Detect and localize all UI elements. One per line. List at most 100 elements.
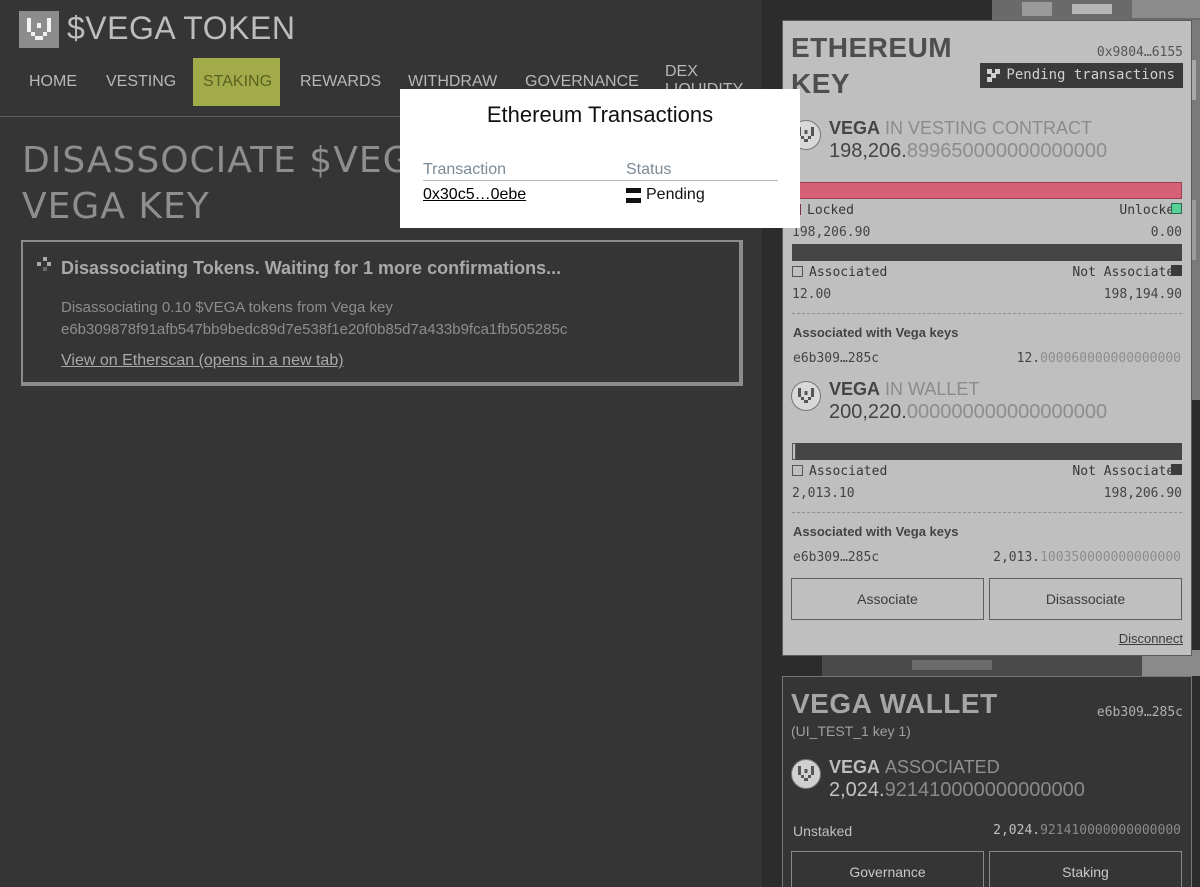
wallet-amount: 200,220.000000000000000000 xyxy=(829,401,1107,424)
associated-label: Associated xyxy=(809,265,888,280)
table-header-rule xyxy=(423,180,778,181)
pending-status-icon xyxy=(626,188,641,203)
eth-address: 0x9804…6155 xyxy=(1096,45,1183,60)
nav-rewards[interactable]: REWARDS xyxy=(290,58,391,106)
nav-home[interactable]: HOME xyxy=(19,58,87,106)
not-associated-label: Not Associated xyxy=(1072,265,1182,280)
associated-token-row: VEGA ASSOCIATED 2,024.921410000000000000 xyxy=(791,757,1191,801)
unstaked-int: 2,024. xyxy=(993,823,1041,838)
staking-button[interactable]: Staking xyxy=(989,851,1182,887)
wallet-not-associated-value: 198,206.90 xyxy=(1103,486,1182,501)
wallet-assoc-amount-frac: 100350000000000000 xyxy=(1040,550,1181,565)
vesting-assoc-amount-int: 12. xyxy=(1016,351,1041,366)
pending-transactions-button[interactable]: Pending transactions xyxy=(980,63,1183,88)
disassociation-callout: Disassociating Tokens. Waiting for 1 mor… xyxy=(21,240,743,386)
wallet-card-title: VEGA WALLET xyxy=(791,688,998,719)
unlocked-swatch xyxy=(1171,203,1182,214)
callout-text: Disassociating 0.10 $VEGA tokens from Ve… xyxy=(61,297,567,341)
vesting-associated-value: 12.00 xyxy=(792,287,832,302)
column-header-status: Status xyxy=(626,161,672,178)
vesting-association-bar xyxy=(792,244,1182,261)
nav-vesting[interactable]: VESTING xyxy=(96,58,186,106)
unlocked-value: 0.00 xyxy=(1150,225,1182,240)
ethereum-key-card: ETHEREUM KEY 0x9804…6155 Pending transac… xyxy=(782,20,1192,656)
page-title-line1: DISASSOCIATE $VEGA T xyxy=(22,140,473,181)
locked-value: 198,206.90 xyxy=(792,225,871,240)
ethereum-transactions-modal: Ethereum Transactions Transaction Status… xyxy=(400,89,800,228)
wallet-assoc-heading: Associated with Vega keys xyxy=(793,524,959,539)
vesting-assoc-row: e6b309…285c 12.000060000000000000 xyxy=(793,351,1181,367)
wallet-assoc-amount-int: 2,013. xyxy=(993,550,1041,565)
vesting-token-row: VEGA IN VESTING CONTRACT 198,206.8996500… xyxy=(791,118,1191,162)
wallet-key-name: (UI_TEST_1 key 1) xyxy=(791,723,911,739)
vega-token-icon xyxy=(791,759,821,789)
wallet-amount-frac: 000000000000000000 xyxy=(906,401,1108,423)
modal-title: Ethereum Transactions xyxy=(486,102,714,127)
wallet-association-fill xyxy=(792,443,796,460)
callout-heading: Disassociating Tokens. Waiting for 1 mor… xyxy=(61,258,562,278)
loader-icon xyxy=(37,257,51,271)
associated-label: Associated xyxy=(809,464,888,479)
transaction-hash-link[interactable]: 0x30c5…0ebe xyxy=(423,186,526,204)
vesting-assoc-key: e6b309…285c xyxy=(793,351,880,366)
locked-bar xyxy=(792,182,1182,199)
locked-label: Locked xyxy=(807,203,854,218)
app-title: $VEGA TOKEN xyxy=(67,10,296,46)
wallet-association-values: 2,013.10 198,206.90 xyxy=(792,486,1182,502)
vesting-amount-frac: 899650000000000000 xyxy=(906,140,1108,162)
vesting-token-name: VEGA xyxy=(829,118,881,138)
wallet-token-name: VEGA xyxy=(829,379,881,399)
divider xyxy=(792,512,1182,513)
associated-swatch xyxy=(792,266,803,277)
associate-button[interactable]: Associate xyxy=(791,578,984,620)
wallet-assoc-key: e6b309…285c xyxy=(793,550,880,565)
associated-amount-frac: 921410000000000000 xyxy=(884,779,1085,801)
not-associated-swatch xyxy=(1171,265,1182,276)
sidebar: ETHEREUM KEY 0x9804…6155 Pending transac… xyxy=(762,0,1200,887)
vesting-association-legend: Associated Not Associated xyxy=(792,265,1182,281)
etherscan-link[interactable]: View on Etherscan (opens in a new tab) xyxy=(61,352,344,370)
disconnect-link[interactable]: Disconnect xyxy=(1119,631,1183,646)
vega-token-icon xyxy=(791,381,821,411)
associated-swatch xyxy=(792,465,803,476)
vesting-assoc-heading: Associated with Vega keys xyxy=(793,325,959,340)
vesting-amount: 198,206.899650000000000000 xyxy=(829,140,1107,163)
not-associated-swatch xyxy=(1171,464,1182,475)
associated-token-label: ASSOCIATED xyxy=(885,757,1000,777)
page-title-line2: VEGA KEY xyxy=(22,186,210,227)
page-title: DISASSOCIATE $VEGA T VEGA KEY xyxy=(22,138,473,230)
wallet-assoc-row: e6b309…285c 2,013.100350000000000000 xyxy=(793,550,1181,566)
disassociate-button[interactable]: Disassociate xyxy=(989,578,1182,620)
vesting-assoc-amount-frac: 000060000000000000 xyxy=(1040,351,1181,366)
unstaked-row: Unstaked 2,024.921410000000000000 xyxy=(793,823,1181,839)
wallet-token-row: VEGA IN WALLET 200,220.00000000000000000… xyxy=(791,379,1191,423)
wallet-association-bar xyxy=(792,443,1182,460)
vega-logo[interactable] xyxy=(19,11,59,48)
governance-button[interactable]: Governance xyxy=(791,851,984,887)
wallet-amount-int: 200,220. xyxy=(829,401,907,423)
associated-amount: 2,024.921410000000000000 xyxy=(829,779,1085,802)
vega-logo-icon xyxy=(27,18,51,40)
vesting-amount-int: 198,206. xyxy=(829,140,907,162)
vesting-association-values: 12.00 198,194.90 xyxy=(792,287,1182,303)
wallet-key: e6b309…285c xyxy=(1096,705,1183,720)
eth-card-title: ETHEREUM KEY xyxy=(791,32,953,99)
divider xyxy=(792,313,1182,314)
not-associated-label: Not Associated xyxy=(1072,464,1182,479)
vesting-not-associated-value: 198,194.90 xyxy=(1103,287,1182,302)
callout-vega-key: e6b309878f91afb547bb9bedc89d7e538f1e20f0… xyxy=(61,321,568,338)
wallet-association-legend: Associated Not Associated xyxy=(792,464,1182,480)
pending-transactions-label: Pending transactions xyxy=(1006,67,1175,83)
transaction-status: Pending xyxy=(646,186,705,203)
nav-staking[interactable]: STAKING xyxy=(193,58,280,106)
wallet-token-label: IN WALLET xyxy=(885,379,980,399)
pending-icon xyxy=(987,69,1001,82)
column-header-transaction: Transaction xyxy=(423,161,506,178)
unstaked-frac: 921410000000000000 xyxy=(1040,823,1181,838)
associated-token-name: VEGA xyxy=(829,757,881,777)
callout-text-line1: Disassociating 0.10 $VEGA tokens from Ve… xyxy=(61,299,393,316)
vesting-token-label: IN VESTING CONTRACT xyxy=(885,118,1093,138)
locked-values: 198,206.90 0.00 xyxy=(792,225,1182,241)
associated-amount-int: 2,024. xyxy=(829,779,885,801)
locked-legend: Locked Unlocked xyxy=(790,203,1182,219)
